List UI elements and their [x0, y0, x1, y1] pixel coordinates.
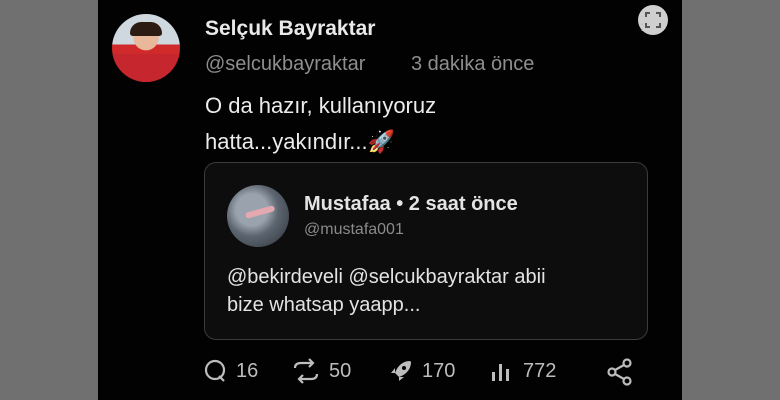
share-icon: [607, 358, 632, 386]
post-text-line: O da hazır, kullanıyoruz: [205, 93, 437, 118]
expand-icon: [645, 12, 661, 28]
repost-count: 50: [329, 359, 352, 382]
author-handle[interactable]: @selcukbayraktar: [205, 53, 365, 76]
left-margin: [0, 0, 98, 400]
right-margin: [682, 0, 780, 400]
views-icon: [492, 364, 509, 381]
views-button[interactable]: 772: [489, 358, 556, 384]
reply-icon: [204, 359, 226, 382]
rocket-icon: [391, 361, 411, 381]
avatar[interactable]: [112, 14, 180, 82]
quoted-author-line: Mustafaa • 2 saat önce: [304, 193, 518, 215]
boost-count: 170: [422, 359, 456, 382]
action-bar: 16 50 170 772: [98, 352, 682, 392]
rocket-emoji: 🚀: [367, 129, 396, 154]
reply-button[interactable]: 16: [202, 358, 258, 384]
repost-icon: [293, 358, 319, 384]
post-card: Selçuk Bayraktar @selcukbayraktar 3 daki…: [98, 0, 682, 400]
more-icon[interactable]: · ·: [640, 16, 645, 36]
author-name[interactable]: Selçuk Bayraktar: [205, 17, 375, 41]
quoted-handle: @mustafa001: [304, 221, 404, 238]
quoted-post[interactable]: Mustafaa • 2 saat önce @mustafa001 @beki…: [204, 162, 648, 340]
share-button[interactable]: [606, 358, 642, 386]
repost-button[interactable]: 50: [291, 358, 351, 384]
reply-count: 16: [236, 359, 259, 382]
boost-button[interactable]: 170: [388, 358, 455, 384]
quoted-avatar[interactable]: [227, 185, 289, 247]
views-count: 772: [523, 359, 557, 382]
quoted-text: @bekirdeveli @selcukbayraktar abii bize …: [227, 266, 546, 316]
post-time: 3 dakika önce: [411, 53, 535, 75]
post-text-line: hatta...yakındır...🚀: [205, 129, 396, 154]
post-text: O da hazır, kullanıyoruz hatta...yakındı…: [205, 88, 436, 160]
